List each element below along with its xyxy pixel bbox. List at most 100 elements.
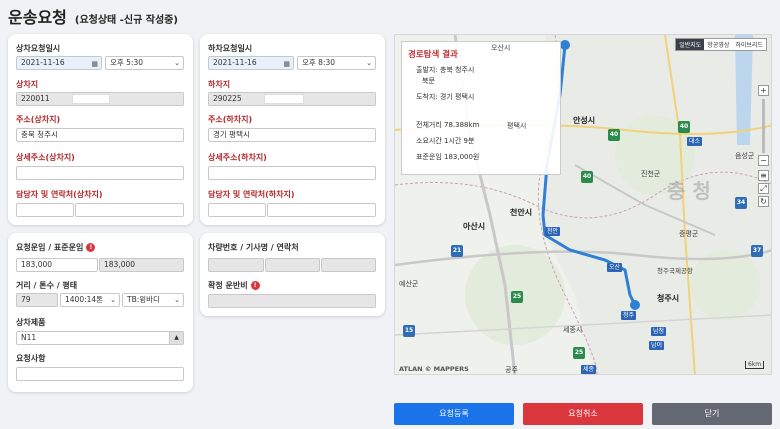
loading-contact-phone-input[interactable]	[75, 203, 184, 217]
loading-card: 상차요청일시 2021-11-16 ▦ 오후 5:30 ⌄ 상차지 220011 주…	[8, 34, 193, 225]
destination-marker	[560, 40, 570, 50]
requested-fare-input[interactable]: 183,000	[16, 258, 98, 272]
unloading-date-input[interactable]: 2021-11-16 ▦	[208, 56, 294, 70]
highway-shield: 15	[403, 325, 415, 337]
body-type-value: TB:윙바디	[127, 295, 160, 304]
loading-date-value: 2021-11-16	[21, 58, 65, 67]
calendar-icon[interactable]: ▦	[283, 58, 290, 69]
loading-datetime-label: 상차요청일시	[16, 44, 61, 53]
distance-value: 79	[21, 295, 31, 304]
vehicle-number-input	[208, 258, 264, 272]
loading-contact-name-input[interactable]	[16, 203, 74, 217]
driver-phone-input	[321, 258, 376, 272]
product-label: 상차제품	[16, 318, 46, 327]
rotate-icon[interactable]: ↻	[758, 196, 769, 207]
highway-shield: 21	[451, 245, 463, 257]
submit-request-button[interactable]: 요청등록	[394, 403, 514, 425]
map-type-tabs: 일반지도 항공영상 하이브리드	[675, 38, 767, 51]
redacted-site-name	[72, 94, 110, 104]
map-label-cheonan: 천안시	[510, 208, 533, 217]
route-origin-line2: 북문	[422, 77, 435, 85]
cancel-request-button[interactable]: 요청취소	[523, 403, 643, 425]
loading-time-select[interactable]: 오후 5:30 ⌄	[105, 56, 184, 70]
calendar-icon[interactable]: ▦	[91, 58, 98, 69]
page-title: 운송요청	[8, 8, 67, 27]
loading-site-code: 220011	[21, 94, 50, 103]
route-distance: 전체거리 78.388km	[416, 121, 480, 129]
route-map[interactable]: 경로탐색 결과 출발지: 충북 청주시 북문 도착지: 경기 평택시 전체거리 …	[394, 34, 772, 375]
loading-contact-label: 담당자 및 연락처(상차지)	[16, 190, 103, 199]
unloading-site-code: 290225	[213, 94, 242, 103]
fixed-fare-label: 확정 운반비!	[208, 280, 260, 291]
distance-label: 거리 / 톤수 / 평태	[16, 281, 78, 290]
vehicle-card: 차량번호 / 기사명 / 연락처 확정 운반비!	[200, 233, 385, 316]
unloading-detail-input[interactable]	[208, 166, 376, 180]
ic-chip: 청주	[621, 311, 637, 320]
map-label-sejong: 세종시	[563, 326, 583, 334]
vehicle-label: 차량번호 / 기사명 / 연락처	[208, 243, 299, 252]
route-result-popup: 경로탐색 결과 출발지: 충북 청주시 북문 도착지: 경기 평택시 전체거리 …	[401, 41, 561, 175]
ic-chip: 남이	[649, 341, 665, 350]
fullscreen-icon[interactable]: ⤢	[758, 183, 769, 194]
origin-marker	[630, 300, 640, 310]
tab-aerial[interactable]: 항공영상	[704, 39, 732, 50]
caret-up-icon[interactable]: ▲	[169, 332, 183, 344]
loading-detail-label: 상세주소(상차지)	[16, 153, 75, 162]
info-icon[interactable]: !	[86, 243, 96, 252]
unloading-time-value: 오후 8:30	[302, 58, 336, 67]
unloading-card: 하차요청일시 2021-11-16 ▦ 오후 8:30 ⌄ 하차지 290225 주…	[200, 34, 385, 225]
highway-shield: 37	[751, 245, 763, 257]
route-result-title: 경로탐색 결과	[408, 50, 458, 60]
info-icon[interactable]: !	[250, 281, 260, 290]
unloading-time-select[interactable]: 오후 8:30 ⌄	[297, 56, 376, 70]
loading-detail-input[interactable]	[16, 166, 184, 180]
zoom-in-button[interactable]: +	[758, 85, 769, 96]
fare-card: 요청운임 / 표준운임! 183,000 183,000 거리 / 톤수 / 평…	[8, 233, 193, 392]
loading-time-value: 오후 5:30	[110, 58, 144, 67]
loading-addr-input[interactable]: 충북 청주시	[16, 128, 184, 142]
fixed-fare-label-text: 확정 운반비	[208, 281, 248, 290]
map-label-region: 충 청	[667, 179, 711, 203]
zoom-slider-track[interactable]	[762, 99, 765, 153]
ic-chip: 남청	[651, 327, 667, 336]
chevron-down-icon: ⌄	[110, 296, 116, 304]
map-label-anseong: 안성시	[573, 116, 596, 125]
unloading-detail-label: 상세주소(하차지)	[208, 153, 267, 162]
loading-date-input[interactable]: 2021-11-16 ▦	[16, 56, 102, 70]
unloading-addr-label: 주소(하차지)	[208, 115, 253, 124]
unloading-addr-input[interactable]: 경기 평택시	[208, 128, 376, 142]
request-notes-input[interactable]	[16, 367, 184, 381]
unloading-contact-name-input[interactable]	[208, 203, 266, 217]
map-label-airport: 청주국제공항	[657, 267, 693, 275]
close-button[interactable]: 닫기	[652, 403, 772, 425]
unloading-contact-label: 담당자 및 연락처(하차지)	[208, 190, 295, 199]
product-select[interactable]: N11 ▲	[16, 331, 184, 345]
product-value: N11	[21, 333, 37, 342]
standard-fare-value: 183,000	[104, 260, 136, 269]
ic-chip: 세종	[581, 365, 597, 374]
driver-name-input	[265, 258, 320, 272]
ic-chip: 오산	[607, 263, 623, 272]
loading-addr-value: 충북 청주시	[21, 130, 58, 139]
tonnage-select[interactable]: 1400:14톤 ⌄	[60, 293, 120, 307]
map-label-jeungpyeong: 증평군	[679, 230, 699, 238]
zoom-out-button[interactable]: −	[758, 155, 769, 166]
request-status: (요청상태 -신규 작성중)	[74, 15, 178, 26]
redacted-site-name	[264, 94, 304, 104]
distance-input: 79	[16, 293, 58, 307]
map-label-asan: 아산시	[463, 222, 486, 231]
unloading-addr-value: 경기 평택시	[213, 130, 250, 139]
loading-site-label: 상차지	[16, 80, 39, 89]
tab-hybrid[interactable]: 하이브리드	[732, 39, 766, 50]
requested-fare-value: 183,000	[21, 260, 53, 269]
body-type-select[interactable]: TB:윙바디 ⌄	[122, 293, 184, 307]
map-label-eumseong: 음성군	[735, 152, 755, 160]
map-label-osan: 오산시	[491, 44, 511, 52]
fare-label: 요청운임 / 표준운임!	[16, 242, 96, 253]
layers-icon[interactable]: ≡	[758, 170, 769, 181]
map-label-yesan: 예산군	[399, 280, 419, 288]
chevron-down-icon: ⌄	[366, 59, 372, 67]
unloading-contact-phone-input[interactable]	[267, 203, 376, 217]
map-attribution: ATLAN © MAPPERS	[399, 365, 469, 373]
tab-normal-map[interactable]: 일반지도	[676, 39, 705, 50]
